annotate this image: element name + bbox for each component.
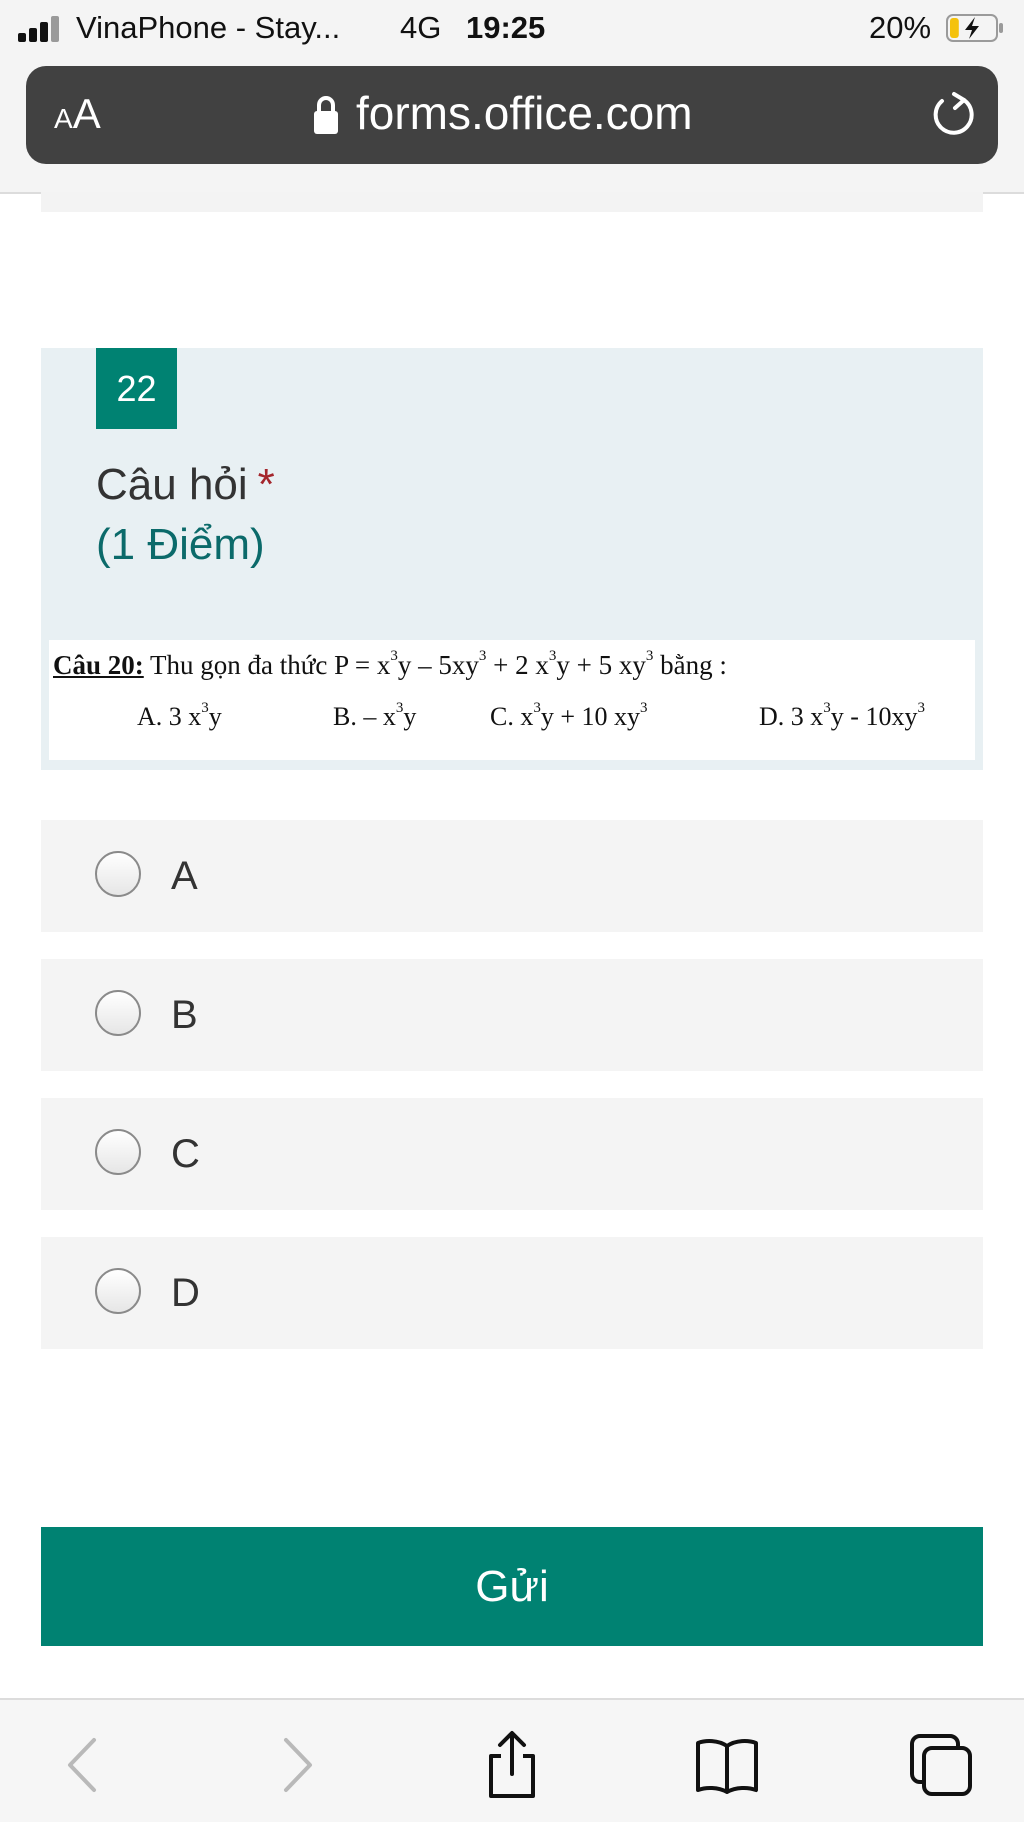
- battery-fill: [950, 18, 959, 38]
- question-card: 22 Câu hỏi * (1 Điểm) Câu 20: Thu gọn đa …: [41, 348, 983, 770]
- battery-charging-icon: [946, 14, 1003, 42]
- reload-icon[interactable]: [928, 88, 978, 140]
- chevron-left-icon[interactable]: [48, 1730, 118, 1800]
- radio-button-d[interactable]: [95, 1268, 141, 1314]
- chevron-right-icon[interactable]: [262, 1730, 332, 1800]
- image-option-c: C. x3y + 10 xy3: [490, 700, 648, 731]
- status-time: 19:25: [466, 10, 546, 45]
- image-option-d: D. 3 x3y - 10xy3: [759, 700, 925, 731]
- radio-button-a[interactable]: [95, 851, 141, 897]
- text-size-button[interactable]: AA: [54, 90, 101, 138]
- choice-d[interactable]: D: [41, 1237, 983, 1349]
- choice-b[interactable]: B: [41, 959, 983, 1071]
- network-type: 4G: [400, 10, 442, 45]
- address-field[interactable]: AA forms.office.com: [26, 66, 998, 164]
- carrier-name: VinaPhone - Stay...: [76, 10, 341, 45]
- question-image: Câu 20: Thu gọn đa thức P = x3y – 5xy3 +…: [49, 640, 975, 760]
- choice-a[interactable]: A: [41, 820, 983, 932]
- battery-percent: 20%: [869, 10, 932, 45]
- question-title: Câu hỏi *: [96, 460, 275, 509]
- radio-button-c[interactable]: [95, 1129, 141, 1175]
- submit-button[interactable]: Gửi: [41, 1527, 983, 1646]
- book-icon[interactable]: [692, 1730, 762, 1800]
- image-option-b: B. – x3y: [333, 700, 417, 731]
- browser-toolbar: [0, 1698, 1024, 1822]
- question-number: 22: [96, 348, 177, 429]
- question-points: (1 Điểm): [96, 520, 265, 569]
- choice-label-d: D: [171, 1271, 200, 1315]
- signal-bars-icon: [18, 16, 64, 42]
- choice-label-b: B: [171, 993, 198, 1037]
- previous-question-card-edge: [41, 192, 983, 212]
- browser-address-bar: AA forms.office.com: [0, 58, 1024, 194]
- tabs-icon[interactable]: [906, 1730, 976, 1800]
- choice-label-a: A: [171, 854, 198, 898]
- lock-icon: [314, 96, 338, 134]
- url-text[interactable]: forms.office.com: [356, 86, 693, 140]
- required-mark: *: [257, 460, 275, 509]
- choice-c[interactable]: C: [41, 1098, 983, 1210]
- choice-label-c: C: [171, 1132, 200, 1176]
- radio-button-b[interactable]: [95, 990, 141, 1036]
- share-icon[interactable]: [477, 1730, 547, 1800]
- status-bar: VinaPhone - Stay... 4G 19:25 20%: [0, 0, 1024, 58]
- question-prompt: Câu 20: Thu gọn đa thức P = x3y – 5xy3 +…: [53, 648, 727, 680]
- question-label: Câu 20:: [53, 650, 144, 680]
- image-option-a: A. 3 x3y: [137, 700, 222, 731]
